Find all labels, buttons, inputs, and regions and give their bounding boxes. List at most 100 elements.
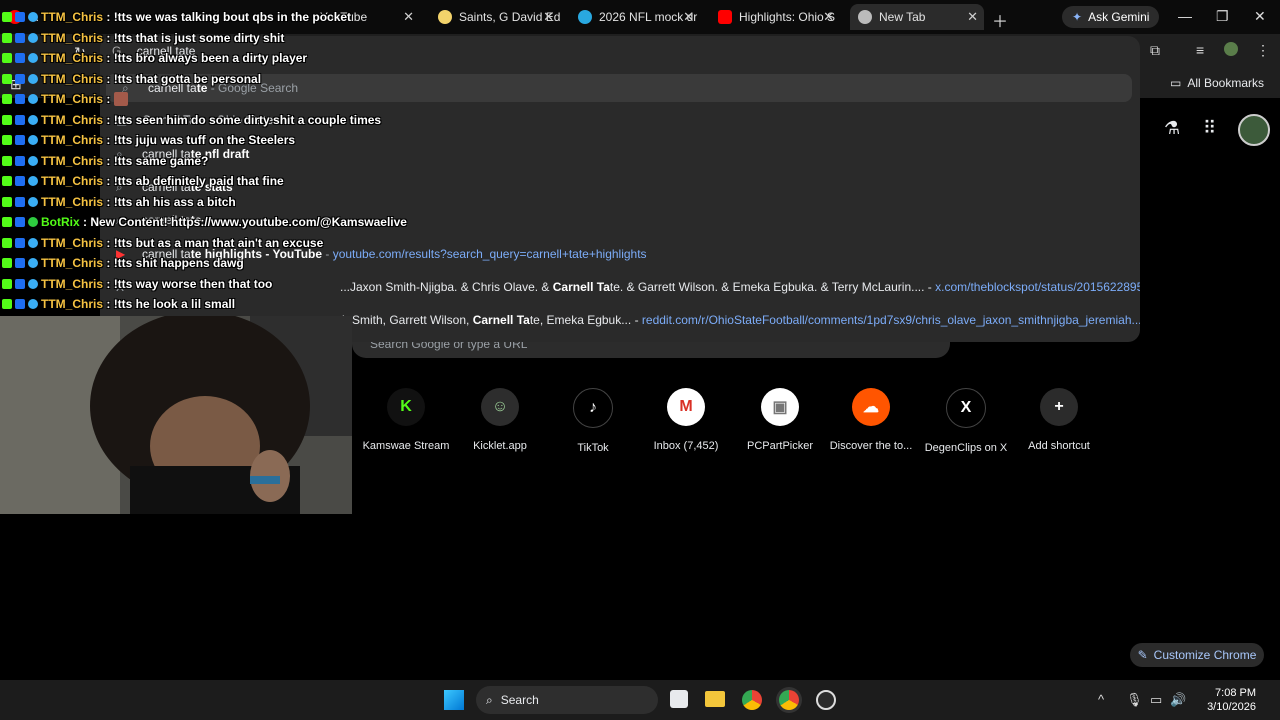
chat-message: TTM_Chris : !tts we was talking bout qbs… <box>2 8 351 26</box>
sub-badge-icon <box>28 258 38 268</box>
kick-badge-icon <box>2 156 12 166</box>
chat-username: TTM_Chris <box>41 92 104 106</box>
windows-start-icon[interactable] <box>444 690 464 710</box>
ask-gemini-button[interactable]: ✦ Ask Gemini <box>1062 6 1160 28</box>
close-window-icon[interactable]: ✕ <box>1254 8 1266 25</box>
chat-text: !tts that gotta be personal <box>113 72 262 86</box>
chat-username: BotRix <box>41 215 80 229</box>
youtube-icon <box>718 10 732 24</box>
tab-2[interactable]: Saints, G David Ed ✕ <box>430 4 560 30</box>
mod-badge-icon <box>15 197 25 207</box>
customize-chrome-button[interactable]: ✎ Customize Chrome <box>1130 643 1264 667</box>
profile-icon[interactable] <box>1224 42 1238 56</box>
soundcloud-icon: ☁ <box>852 388 890 426</box>
close-icon[interactable]: ✕ <box>823 9 834 25</box>
clock-time: 7:08 PM <box>1215 687 1256 699</box>
chat-username: TTM_Chris <box>41 31 104 45</box>
minimize-icon[interactable]: — <box>1178 8 1192 24</box>
chat-username: TTM_Chris <box>41 51 104 65</box>
kick-icon: K <box>387 388 425 426</box>
shortcut-soundcloud[interactable]: ☁ Discover the to... <box>826 388 916 452</box>
chat-message: TTM_Chris : !tts that gotta be personal <box>2 70 261 88</box>
mod-badge-icon <box>15 12 25 22</box>
google-apps-icon[interactable]: ⠿ <box>1203 118 1216 139</box>
chrome-icon <box>858 10 872 24</box>
tab-3[interactable]: 2026 NFL mock dr ✕ <box>570 4 700 30</box>
chat-message: TTM_Chris : !tts way worse then that too <box>2 275 272 293</box>
new-tab-plus-icon[interactable]: ＋ <box>992 8 1008 32</box>
store-icon[interactable] <box>670 690 688 708</box>
shortcut-label: Kamswae Stream <box>362 440 450 452</box>
taskbar-search[interactable]: ⌕ Search <box>476 686 658 714</box>
obs-icon[interactable] <box>816 690 836 710</box>
chat-username: TTM_Chris <box>41 256 104 270</box>
kick-badge-icon <box>2 74 12 84</box>
tab-new-tab[interactable]: New Tab ✕ <box>850 4 984 30</box>
kick-badge-icon <box>2 53 12 63</box>
chat-username: TTM_Chris <box>41 297 104 311</box>
sub-badge-icon <box>28 197 38 207</box>
chat-username: TTM_Chris <box>41 236 104 250</box>
shortcut-kamswae-stream[interactable]: K Kamswae Stream <box>361 388 451 452</box>
extensions-icon[interactable]: ⧉ <box>1150 42 1160 59</box>
suggestion-text: ...Jaxon Smith-Njigba. & Chris Olave. & … <box>340 280 1140 294</box>
webcam-feed <box>0 316 352 514</box>
sub-badge-icon <box>28 74 38 84</box>
chat-message: TTM_Chris : !tts seen him do some dirty … <box>2 111 381 129</box>
kick-badge-icon <box>2 299 12 309</box>
chat-text: !tts juju was tuff on the Steelers <box>113 133 296 147</box>
labs-flask-icon[interactable]: ⚗ <box>1164 118 1180 139</box>
chrome-icon[interactable] <box>742 690 762 710</box>
chat-text: !tts ab definitely paid that fine <box>113 174 284 188</box>
volume-icon[interactable]: 🔊 <box>1170 692 1186 708</box>
close-icon[interactable]: ✕ <box>403 9 414 25</box>
kick-badge-icon <box>2 94 12 104</box>
mod-badge-icon <box>15 53 25 63</box>
shortcut-label: Discover the to... <box>829 440 913 452</box>
stream-chat-overlay: TTM_Chris : !tts we was talking bout qbs… <box>0 0 407 316</box>
close-icon[interactable]: ✕ <box>543 9 554 25</box>
close-icon[interactable]: ✕ <box>967 9 978 25</box>
restore-icon[interactable]: ❐ <box>1216 8 1229 25</box>
chat-text: !tts seen him do some dirty shit a coupl… <box>113 113 382 127</box>
kick-badge-icon <box>2 176 12 186</box>
sub-badge-icon <box>28 299 38 309</box>
chrome-active-icon[interactable] <box>779 690 799 710</box>
file-explorer-icon[interactable] <box>705 691 725 707</box>
mod-badge-icon <box>15 238 25 248</box>
shortcut-label: DegenClips on X <box>924 442 1008 454</box>
microphone-icon[interactable]: 🎙 <box>1126 692 1143 708</box>
chevron-up-icon[interactable]: ^ <box>1098 692 1104 707</box>
tab-4[interactable]: Highlights: Ohio S ✕ <box>710 4 840 30</box>
shortcut-tiktok[interactable]: ♪ TikTok <box>548 388 638 454</box>
search-icon: ⌕ <box>486 692 493 707</box>
network-icon[interactable]: ▭ <box>1150 692 1162 708</box>
media-control-icon[interactable]: ≡ <box>1196 42 1204 58</box>
clock-date: 3/10/2026 <box>1207 701 1256 713</box>
all-bookmarks-label: All Bookmarks <box>1187 76 1264 90</box>
shortcut-degenclips[interactable]: X DegenClips on X <box>921 388 1011 454</box>
shortcut-add[interactable]: + Add shortcut <box>1014 388 1104 452</box>
chat-message: TTM_Chris : !tts shit happens dawg <box>2 254 244 272</box>
menu-kebab-icon[interactable]: ⋮ <box>1256 42 1270 59</box>
mod-badge-icon <box>15 94 25 104</box>
customize-chrome-label: Customize Chrome <box>1153 648 1257 662</box>
all-bookmarks-button[interactable]: ▭ All Bookmarks <box>1170 76 1264 90</box>
account-avatar[interactable] <box>1238 114 1270 146</box>
chat-username: TTM_Chris <box>41 277 104 291</box>
mod-badge-icon <box>15 258 25 268</box>
tiktok-icon: ♪ <box>573 388 613 428</box>
mod-badge-icon <box>15 135 25 145</box>
shortcut-inbox[interactable]: M Inbox (7,452) <box>641 388 731 452</box>
shortcut-pcpartpicker[interactable]: ▣ PCPartPicker <box>735 388 825 452</box>
chat-text: New Content! https://www.youtube.com/@Ka… <box>90 215 407 229</box>
tab-title: New Tab <box>879 10 926 24</box>
close-icon[interactable]: ✕ <box>683 9 694 25</box>
shortcut-label: PCPartPicker <box>746 440 814 452</box>
chat-message: TTM_Chris : !tts that is just some dirty… <box>2 29 284 47</box>
shortcut-kicklet[interactable]: ☺ Kicklet.app <box>455 388 545 452</box>
chat-text: !tts shit happens dawg <box>113 256 244 270</box>
chat-text: !tts he look a lil small <box>113 297 236 311</box>
clock[interactable]: 7:08 PM 3/10/2026 <box>1207 686 1256 714</box>
sub-badge-icon <box>28 279 38 289</box>
